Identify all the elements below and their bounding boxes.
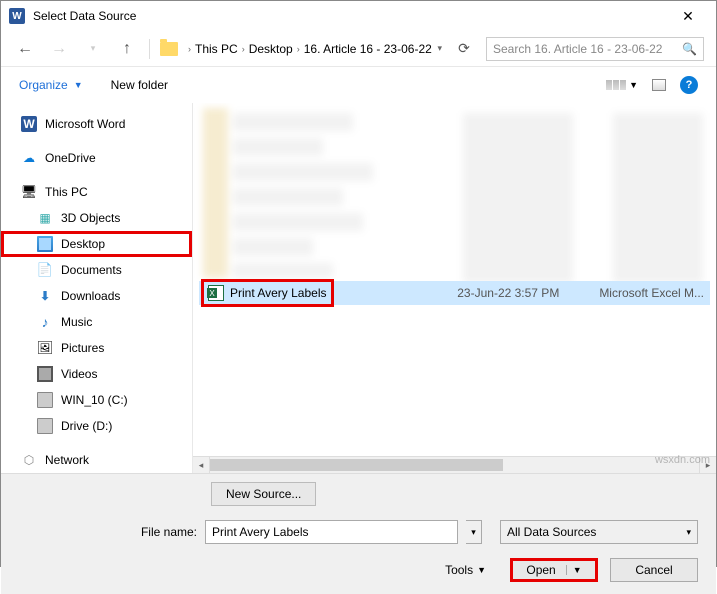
file-list-area: Print Avery Labels 23-Jun-22 3:57 PM Mic… [193, 103, 716, 473]
file-type-filter[interactable]: All Data Sources ▾ [500, 520, 698, 544]
organize-menu[interactable]: Organize ▼ [19, 78, 83, 92]
sidebar-item-drive-d[interactable]: Drive (D:) [1, 413, 192, 439]
chevron-right-icon: › [188, 44, 191, 54]
cloud-icon [21, 150, 37, 166]
sidebar-item-desktop[interactable]: Desktop [1, 231, 192, 257]
navigation-sidebar: WMicrosoft Word OneDrive This PC 3D Obje… [1, 103, 193, 473]
view-mode-button[interactable]: ▼ [606, 80, 638, 90]
downloads-icon [37, 288, 53, 304]
documents-icon [37, 262, 53, 278]
file-date: 23-Jun-22 3:57 PM [457, 286, 559, 300]
drive-icon [37, 392, 53, 408]
sidebar-item-videos[interactable]: Videos [1, 361, 192, 387]
back-button[interactable]: ← [13, 37, 37, 61]
desktop-icon [37, 236, 53, 252]
3d-icon [37, 210, 53, 226]
videos-icon [37, 366, 53, 382]
blurred-content: Print Avery Labels 23-Jun-22 3:57 PM Mic… [193, 103, 716, 456]
file-name-label: File name: [19, 525, 197, 539]
breadcrumb-item[interactable]: This PC [195, 42, 238, 56]
music-icon [37, 314, 53, 330]
search-placeholder: Search 16. Article 16 - 23-06-22 [493, 42, 662, 56]
watermark: wsxdn.com [655, 454, 710, 466]
window-title: Select Data Source [33, 9, 668, 23]
sidebar-item-pictures[interactable]: Pictures [1, 335, 192, 361]
file-row-selected[interactable]: Print Avery Labels 23-Jun-22 3:57 PM Mic… [199, 281, 710, 305]
up-button[interactable]: ↑ [115, 37, 139, 61]
pictures-icon [37, 340, 53, 356]
drive-icon [37, 418, 53, 434]
new-folder-button[interactable]: New folder [111, 78, 168, 92]
breadcrumb-item[interactable]: Desktop [249, 42, 293, 56]
dialog-footer: New Source... File name: ▾ All Data Sour… [1, 473, 716, 594]
chevron-right-icon: › [242, 44, 245, 54]
search-input[interactable]: Search 16. Article 16 - 23-06-22 🔍 [486, 37, 704, 61]
sidebar-item-music[interactable]: Music [1, 309, 192, 335]
sidebar-item-onedrive[interactable]: OneDrive [1, 145, 192, 171]
chevron-down-icon: ▾ [686, 527, 691, 538]
search-icon: 🔍 [682, 42, 697, 56]
refresh-button[interactable]: ⟳ [452, 40, 476, 57]
file-name: Print Avery Labels [230, 286, 327, 300]
forward-button[interactable]: → [47, 37, 71, 61]
word-app-icon: W [9, 8, 25, 24]
cancel-button[interactable]: Cancel [610, 558, 698, 582]
breadcrumb-item[interactable]: 16. Article 16 - 23-06-22 [304, 42, 432, 56]
separator [149, 39, 150, 59]
preview-pane-button[interactable] [652, 79, 666, 91]
chevron-down-icon: ▼ [629, 80, 638, 90]
excel-icon [208, 285, 224, 301]
sidebar-item-drive-c[interactable]: WIN_10 (C:) [1, 387, 192, 413]
pc-icon [21, 184, 37, 200]
tools-menu[interactable]: Tools ▼ [445, 563, 486, 577]
navigation-bar: ← → ▾ ↑ › This PC › Desktop › 16. Articl… [1, 31, 716, 67]
file-name-history-chevron[interactable]: ▾ [466, 520, 482, 544]
folder-icon [160, 42, 178, 56]
scroll-left-icon[interactable]: ◂ [193, 457, 210, 473]
scrollbar-thumb[interactable] [210, 459, 503, 471]
chevron-right-icon: › [297, 44, 300, 54]
sidebar-item-word[interactable]: WMicrosoft Word [1, 111, 192, 137]
word-icon: W [21, 116, 37, 132]
recent-locations-chevron[interactable]: ▾ [81, 37, 105, 61]
file-type: Microsoft Excel M... [599, 286, 704, 300]
sidebar-item-documents[interactable]: Documents [1, 257, 192, 283]
sidebar-item-3dobjects[interactable]: 3D Objects [1, 205, 192, 231]
breadcrumb[interactable]: › This PC › Desktop › 16. Article 16 - 2… [188, 42, 442, 56]
title-bar: W Select Data Source ✕ [1, 1, 716, 31]
close-button[interactable]: ✕ [668, 8, 708, 25]
network-icon [21, 452, 37, 468]
help-button[interactable]: ? [680, 76, 698, 94]
sidebar-item-network[interactable]: Network [1, 447, 192, 473]
toolbar: Organize ▼ New folder ▼ ? [1, 67, 716, 103]
chevron-down-icon: ▼ [74, 80, 83, 90]
horizontal-scrollbar[interactable]: ◂ ▸ [193, 456, 716, 473]
new-source-button[interactable]: New Source... [211, 482, 316, 506]
sidebar-item-thispc[interactable]: This PC [1, 179, 192, 205]
chevron-down-icon[interactable]: ▾ [437, 43, 442, 54]
sidebar-item-downloads[interactable]: Downloads [1, 283, 192, 309]
file-name-input[interactable] [205, 520, 458, 544]
open-button[interactable]: Open ▼ [510, 558, 598, 582]
